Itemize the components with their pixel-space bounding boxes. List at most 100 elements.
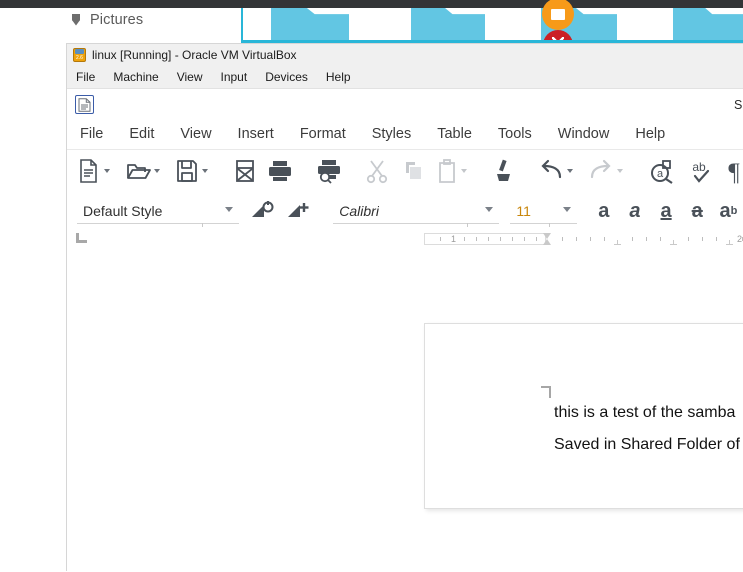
folder-shape-icon	[72, 14, 81, 27]
paragraph-style-value: Default Style	[83, 203, 163, 219]
toolbar-gap	[310, 211, 322, 212]
save-document-dropdown-caret[interactable]	[199, 154, 211, 188]
menu-tools[interactable]: Tools	[498, 126, 532, 142]
combo-tick	[549, 223, 551, 227]
print-button[interactable]	[267, 154, 293, 188]
combo-tick	[467, 223, 469, 227]
undo-button[interactable]	[538, 154, 564, 188]
vbox-menu-devices[interactable]: Devices	[265, 68, 318, 86]
new-style-from-selection-button[interactable]	[286, 194, 310, 228]
toolbar-gap	[577, 211, 589, 212]
redo-dropdown-caret[interactable]	[614, 154, 626, 188]
sidebar-item-pictures[interactable]: Pictures	[72, 12, 143, 28]
toolbar-gap	[675, 171, 686, 172]
toolbar-gap	[389, 171, 400, 172]
strikethrough-button[interactable]: a	[682, 196, 713, 226]
save-document-button[interactable]	[175, 154, 199, 188]
toolbar-gap	[305, 171, 316, 172]
paste-dropdown-caret[interactable]	[458, 154, 470, 188]
paragraph-style-combobox[interactable]: Default Style	[77, 198, 239, 227]
menu-view[interactable]: View	[180, 126, 211, 142]
document-page[interactable]: this is a test of the samba Saved in Sha…	[424, 323, 743, 509]
svg-text:¶: ¶	[728, 159, 740, 184]
virtualbox-title-bar[interactable]: 2.6 linux [Running] - Oracle VM VirtualB…	[67, 44, 743, 66]
menu-file[interactable]: File	[80, 126, 103, 142]
menu-help[interactable]: Help	[635, 126, 665, 142]
new-document-dropdown-caret[interactable]	[101, 154, 113, 188]
indent-marker[interactable]	[543, 233, 552, 245]
find-replace-button[interactable]: a	[649, 154, 675, 188]
menu-edit[interactable]: Edit	[129, 126, 154, 142]
vbox-menu-input[interactable]: Input	[221, 68, 258, 86]
cut-button[interactable]	[365, 154, 389, 188]
vbox-menu-machine[interactable]: Machine	[113, 68, 168, 86]
chevron-down-icon	[562, 207, 571, 212]
superscript-button[interactable]: ab	[713, 196, 743, 226]
bold-button[interactable]: a	[588, 196, 619, 226]
menu-format[interactable]: Format	[300, 126, 346, 142]
open-document-button[interactable]	[125, 154, 151, 188]
folder-icon	[271, 8, 349, 44]
superscript-base: a	[719, 199, 731, 222]
ruler-number-2: 2	[737, 234, 743, 244]
toolbar-gap	[211, 171, 222, 172]
redo-button[interactable]	[588, 154, 614, 188]
writer-menu-bar: File Edit View Insert Format Styles Tabl…	[67, 119, 743, 150]
file-manager-sidebar: Pictures	[0, 8, 241, 46]
writer-horizontal-ruler[interactable]: 1 2	[67, 230, 743, 248]
menu-table[interactable]: Table	[437, 126, 472, 142]
writer-standard-toolbar: a ab ¶	[67, 150, 743, 192]
writer-document-canvas[interactable]: this is a test of the samba Saved in Sha…	[67, 284, 743, 572]
virtualbox-window-title: linux [Running] - Oracle VM VirtualBox	[92, 48, 297, 62]
font-size-combobox[interactable]: 11	[510, 198, 577, 227]
virtualbox-window: 2.6 linux [Running] - Oracle VM VirtualB…	[66, 43, 743, 572]
svg-text:a: a	[657, 168, 664, 180]
writer-title-bar: S	[67, 89, 743, 119]
update-selected-style-button[interactable]	[250, 194, 274, 228]
folder-icon	[411, 8, 485, 44]
export-pdf-button[interactable]	[234, 154, 256, 188]
paste-button[interactable]	[436, 154, 458, 188]
host-top-bar	[0, 0, 743, 8]
toolbar-gap	[274, 211, 286, 212]
menu-styles[interactable]: Styles	[372, 126, 412, 142]
formatting-marks-button[interactable]: ¶	[724, 154, 743, 188]
toolbar-gap	[626, 171, 637, 172]
menu-insert[interactable]: Insert	[238, 126, 274, 142]
italic-button[interactable]: a	[619, 196, 650, 226]
underline-button[interactable]: a	[651, 196, 682, 226]
font-name-combobox[interactable]: Calibri	[333, 198, 499, 227]
toolbar-gap	[239, 211, 251, 212]
new-document-button[interactable]	[77, 154, 101, 188]
tab-stop-marker[interactable]	[726, 240, 733, 245]
ruler-scale[interactable]: 1 2	[424, 233, 743, 245]
superscript-exponent: b	[730, 205, 738, 217]
vbox-menu-help[interactable]: Help	[326, 68, 361, 86]
toolbar-gap	[713, 171, 724, 172]
toolbar-gap	[499, 211, 511, 212]
open-document-dropdown-caret[interactable]	[151, 154, 163, 188]
undo-dropdown-caret[interactable]	[564, 154, 576, 188]
writer-title-text: S	[734, 98, 743, 112]
clone-formatting-button[interactable]	[493, 154, 515, 188]
toolbar-gap	[425, 171, 436, 172]
toolbar-gap	[256, 171, 267, 172]
svg-text:ab: ab	[692, 160, 706, 174]
text-boundary-corner	[541, 386, 551, 398]
sidebar-item-label: Pictures	[90, 12, 144, 28]
tab-stop-selector-icon[interactable]	[76, 233, 87, 243]
toolbar-gap	[470, 171, 481, 172]
print-preview-button[interactable]	[316, 154, 342, 188]
folder-icon	[673, 8, 743, 44]
vbox-menu-view[interactable]: View	[177, 68, 213, 86]
ruler-number-1: 1	[451, 234, 457, 244]
toolbar-gap	[354, 171, 365, 172]
vbox-menu-file[interactable]: File	[76, 68, 105, 86]
tab-stop-marker[interactable]	[614, 240, 621, 245]
copy-button[interactable]	[401, 154, 425, 188]
tab-stop-marker[interactable]	[670, 240, 677, 245]
spelling-button[interactable]: ab	[687, 154, 713, 188]
menu-window[interactable]: Window	[558, 126, 610, 142]
writer-document-icon[interactable]	[75, 95, 94, 114]
chevron-down-icon	[484, 207, 493, 212]
